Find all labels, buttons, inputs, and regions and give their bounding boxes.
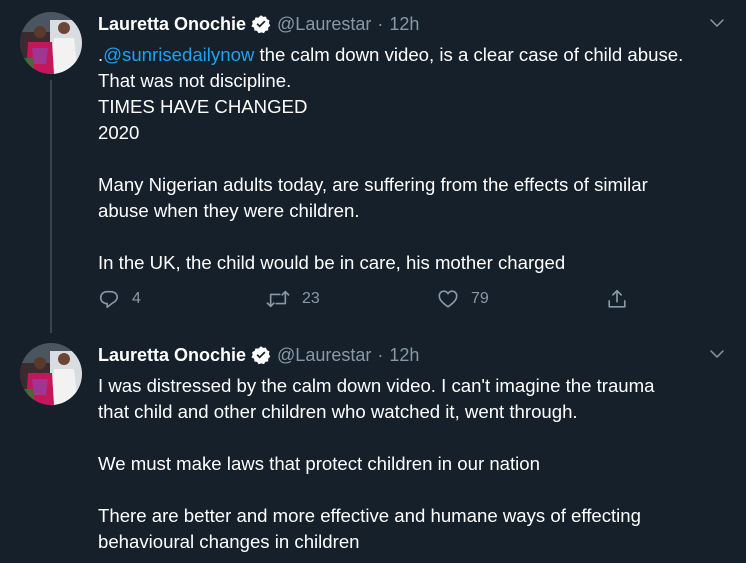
reply-button[interactable]: 4: [98, 288, 141, 310]
tweet-line: behavioural changes in children: [98, 531, 360, 552]
retweet-icon: [266, 290, 290, 308]
tweet-line: There are better and more effective and …: [98, 505, 641, 526]
verified-badge-icon: [251, 14, 271, 34]
tweet-line: That was not discipline.: [98, 70, 292, 91]
tweet-header: Lauretta Onochie @Laurestar · 12h: [98, 12, 419, 36]
retweet-count: 23: [302, 290, 320, 307]
tweet-line: TIMES HAVE CHANGED: [98, 96, 308, 117]
timestamp[interactable]: 12h: [389, 345, 419, 366]
author-handle[interactable]: @Laurestar: [277, 345, 371, 366]
author-name[interactable]: Lauretta Onochie: [98, 14, 246, 35]
timestamp[interactable]: 12h: [389, 14, 419, 35]
profile-photo-icon: [20, 12, 82, 74]
tweet-line: 2020: [98, 122, 140, 143]
profile-photo-icon: [20, 343, 82, 405]
mention-link[interactable]: @sunrisedailynow: [103, 44, 254, 65]
line-text: the calm down video, is a clear case of …: [254, 44, 684, 65]
avatar[interactable]: [20, 12, 82, 74]
tweet-line: We must make laws that protect children …: [98, 453, 540, 474]
reply-count: 4: [132, 290, 141, 307]
chevron-down-icon[interactable]: [708, 14, 726, 32]
heart-icon: [438, 290, 458, 308]
like-button[interactable]: 79: [437, 288, 489, 310]
tweet-line: that child and other children who watche…: [98, 401, 578, 422]
tweet[interactable]: Lauretta Onochie @Laurestar · 12h I was …: [0, 333, 746, 563]
tweet-line: Many Nigerian adults today, are sufferin…: [98, 174, 648, 195]
tweet-text: .@sunrisedailynow the calm down video, i…: [98, 42, 734, 276]
author-name[interactable]: Lauretta Onochie: [98, 345, 246, 366]
separator-dot: ·: [377, 13, 384, 34]
tweet[interactable]: Lauretta Onochie @Laurestar · 12h .@sunr…: [0, 0, 746, 333]
like-count: 79: [471, 290, 489, 307]
verified-badge-icon: [251, 345, 271, 365]
thread-connector: [50, 80, 52, 333]
timeline: Lauretta Onochie @Laurestar · 12h .@sunr…: [0, 0, 746, 563]
tweet-line: abuse when they were children.: [98, 200, 360, 221]
chevron-down-icon[interactable]: [708, 345, 726, 363]
tweet-header: Lauretta Onochie @Laurestar · 12h: [98, 343, 419, 367]
share-icon: [608, 289, 626, 308]
tweet-actions: 4 23 79: [98, 288, 658, 314]
author-handle[interactable]: @Laurestar: [277, 14, 371, 35]
tweet-line: I was distressed by the calm down video.…: [98, 375, 655, 396]
separator-dot: ·: [377, 344, 384, 365]
reply-icon: [99, 290, 119, 309]
tweet-line: In the UK, the child would be in care, h…: [98, 252, 566, 273]
share-button[interactable]: [606, 288, 628, 310]
retweet-button[interactable]: 23: [266, 288, 320, 310]
tweet-line: .@sunrisedailynow the calm down video, i…: [98, 42, 734, 68]
tweet-text: I was distressed by the calm down video.…: [98, 373, 734, 555]
avatar[interactable]: [20, 343, 82, 405]
